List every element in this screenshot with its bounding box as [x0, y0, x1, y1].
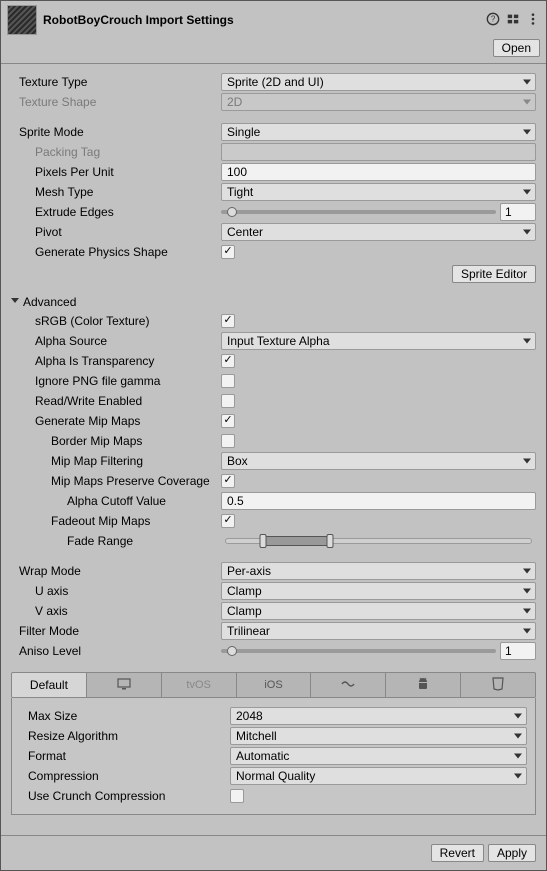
gen-mipmaps-label: Generate Mip Maps: [11, 414, 221, 428]
aniso-level-label: Aniso Level: [11, 644, 221, 658]
mip-filter-dropdown[interactable]: Box: [221, 452, 536, 470]
resize-algo-label: Resize Algorithm: [20, 729, 230, 743]
pivot-label: Pivot: [11, 225, 221, 239]
v-axis-label: V axis: [11, 604, 221, 618]
texture-shape-dropdown: 2D: [221, 93, 536, 111]
read-write-label: Read/Write Enabled: [11, 394, 221, 408]
texture-type-dropdown[interactable]: Sprite (2D and UI): [221, 73, 536, 91]
v-axis-dropdown[interactable]: Clamp: [221, 602, 536, 620]
u-axis-dropdown[interactable]: Clamp: [221, 582, 536, 600]
texture-type-label: Texture Type: [11, 75, 221, 89]
help-icon[interactable]: ?: [486, 12, 500, 29]
gen-physics-label: Generate Physics Shape: [11, 245, 221, 259]
pivot-dropdown[interactable]: Center: [221, 223, 536, 241]
platform-tab-tvos[interactable]: tvOS: [162, 673, 237, 697]
platform-tab-default[interactable]: Default: [12, 673, 87, 697]
compression-dropdown[interactable]: Normal Quality: [230, 767, 527, 785]
fadeout-mip-label: Fadeout Mip Maps: [11, 514, 221, 528]
use-crunch-label: Use Crunch Compression: [20, 789, 230, 803]
preserve-coverage-label: Mip Maps Preserve Coverage: [11, 474, 221, 488]
fade-range-label: Fade Range: [11, 534, 221, 548]
format-label: Format: [20, 749, 230, 763]
packing-tag-label: Packing Tag: [11, 145, 221, 159]
fadeout-mip-checkbox[interactable]: [221, 514, 235, 528]
platform-tab-webgl[interactable]: [461, 673, 535, 697]
alpha-transparency-checkbox[interactable]: [221, 354, 235, 368]
alpha-cutoff-input[interactable]: [221, 492, 536, 510]
border-mip-checkbox[interactable]: [221, 434, 235, 448]
platform-tab-standalone[interactable]: [87, 673, 162, 697]
fade-range-slider[interactable]: [225, 538, 532, 544]
sprite-mode-label: Sprite Mode: [11, 125, 221, 139]
platform-tab-lumin[interactable]: [311, 673, 386, 697]
max-size-dropdown[interactable]: 2048: [230, 707, 527, 725]
border-mip-label: Border Mip Maps: [11, 434, 221, 448]
aniso-level-slider[interactable]: [221, 649, 496, 653]
wrap-mode-dropdown[interactable]: Per-axis: [221, 562, 536, 580]
html5-icon: [490, 676, 506, 695]
alpha-transparency-label: Alpha Is Transparency: [11, 354, 221, 368]
sprite-mode-dropdown[interactable]: Single: [221, 123, 536, 141]
pixels-per-unit-label: Pixels Per Unit: [11, 165, 221, 179]
extrude-edges-label: Extrude Edges: [11, 205, 221, 219]
u-axis-label: U axis: [11, 584, 221, 598]
read-write-checkbox[interactable]: [221, 394, 235, 408]
resize-algo-dropdown[interactable]: Mitchell: [230, 727, 527, 745]
mesh-type-dropdown[interactable]: Tight: [221, 183, 536, 201]
preserve-coverage-checkbox[interactable]: [221, 474, 235, 488]
platform-tabs: Default tvOS iOS: [11, 672, 536, 698]
platform-tab-ios[interactable]: iOS: [237, 673, 312, 697]
open-button[interactable]: Open: [493, 39, 540, 57]
advanced-foldout[interactable]: Advanced: [11, 293, 536, 311]
android-icon: [415, 676, 431, 695]
extrude-edges-slider[interactable]: [221, 210, 496, 214]
svg-text:?: ?: [491, 14, 496, 23]
srgb-label: sRGB (Color Texture): [11, 314, 221, 328]
mip-filter-label: Mip Map Filtering: [11, 454, 221, 468]
ignore-gamma-checkbox[interactable]: [221, 374, 235, 388]
wrap-mode-label: Wrap Mode: [11, 564, 221, 578]
alpha-cutoff-label: Alpha Cutoff Value: [11, 494, 221, 508]
alpha-source-label: Alpha Source: [11, 334, 221, 348]
format-dropdown[interactable]: Automatic: [230, 747, 527, 765]
chevron-down-icon: [11, 298, 19, 307]
filter-mode-dropdown[interactable]: Trilinear: [221, 622, 536, 640]
monitor-icon: [116, 676, 132, 695]
ignore-gamma-label: Ignore PNG file gamma: [11, 374, 221, 388]
use-crunch-checkbox[interactable]: [230, 789, 244, 803]
menu-icon[interactable]: [526, 12, 540, 29]
aniso-level-value[interactable]: 1: [500, 642, 536, 660]
sprite-editor-button[interactable]: Sprite Editor: [452, 265, 536, 283]
gen-physics-checkbox[interactable]: [221, 245, 235, 259]
texture-shape-label: Texture Shape: [11, 95, 221, 109]
platform-tab-android[interactable]: [386, 673, 461, 697]
platform-settings-box: Max Size 2048 Resize Algorithm Mitchell …: [11, 698, 536, 815]
srgb-checkbox[interactable]: [221, 314, 235, 328]
mesh-type-label: Mesh Type: [11, 185, 221, 199]
extrude-edges-value[interactable]: 1: [500, 203, 536, 221]
inspector-header: RobotBoyCrouch Import Settings ?: [1, 1, 546, 37]
asset-title: RobotBoyCrouch Import Settings: [43, 13, 486, 27]
max-size-label: Max Size: [20, 709, 230, 723]
compression-label: Compression: [20, 769, 230, 783]
pixels-per-unit-input[interactable]: [221, 163, 536, 181]
asset-thumbnail: [7, 5, 37, 35]
apply-button[interactable]: Apply: [488, 844, 536, 862]
filter-mode-label: Filter Mode: [11, 624, 221, 638]
revert-button[interactable]: Revert: [431, 844, 484, 862]
packing-tag-input: [221, 143, 536, 161]
alpha-source-dropdown[interactable]: Input Texture Alpha: [221, 332, 536, 350]
inspector-panel: RobotBoyCrouch Import Settings ? Open Te…: [0, 0, 547, 871]
gen-mipmaps-checkbox[interactable]: [221, 414, 235, 428]
preset-icon[interactable]: [506, 12, 520, 29]
lumin-icon: [340, 676, 356, 695]
